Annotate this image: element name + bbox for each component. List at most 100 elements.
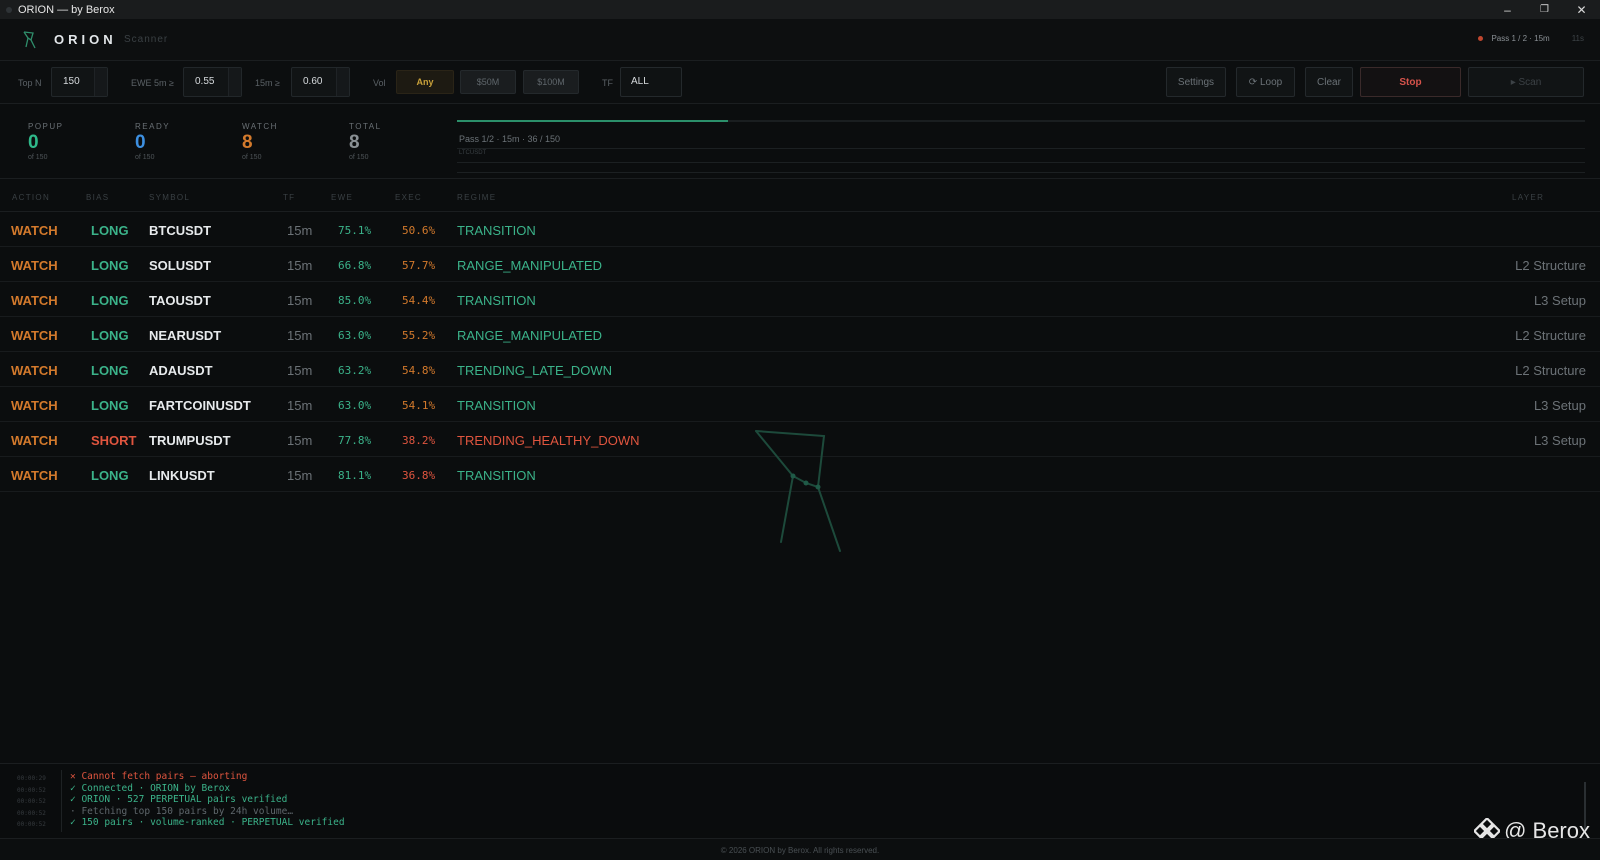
row-tf: 15m xyxy=(287,328,313,343)
orion-watermark-icon xyxy=(755,430,841,552)
progress-text: Pass 1/2 · 15m · 36 / 150 xyxy=(459,134,561,144)
minimize-button[interactable]: – xyxy=(1489,0,1526,19)
row-bias: LONG xyxy=(91,398,129,413)
table-row[interactable]: WATCH LONG TAOUSDT 15m 85.0% 54.4% TRANSITION L… xyxy=(0,282,1600,317)
row-regime: TRANSITION xyxy=(457,293,536,308)
results-table-header: ACTION BIAS SYMBOL TF EWE EXEC REGIME LA… xyxy=(0,187,1600,212)
topn-label: Top N xyxy=(18,78,42,88)
ewe15-label: 15m ≥ xyxy=(255,78,280,88)
ewe15-stepper[interactable] xyxy=(336,68,349,96)
row-ewe: 63.0% xyxy=(338,399,372,412)
vol-label: Vol xyxy=(373,78,386,88)
row-layer: L2 Structure xyxy=(1515,328,1586,343)
table-row[interactable]: WATCH LONG NEARUSDT 15m 63.0% 55.2% RANGE_MANI… xyxy=(0,317,1600,352)
col-action[interactable]: ACTION xyxy=(12,193,50,202)
row-regime: RANGE_MANIPULATED xyxy=(457,328,602,343)
ewe5-input[interactable]: 0.55 xyxy=(183,67,242,97)
stat-ready-value: 0 xyxy=(135,132,146,153)
vol-any-pill[interactable]: Any xyxy=(396,70,454,94)
settings-button[interactable]: Settings xyxy=(1166,67,1226,97)
col-ewe[interactable]: EWE xyxy=(331,193,353,202)
log-line: · Fetching top 150 pairs by 24h volume… xyxy=(70,805,294,817)
ewe15-input[interactable]: 0.60 xyxy=(291,67,350,97)
row-bias: LONG xyxy=(91,258,129,273)
status-time: 11s xyxy=(1571,34,1584,43)
row-regime: RANGE_MANIPULATED xyxy=(457,258,602,273)
progress-divider xyxy=(457,172,1585,173)
row-action: WATCH xyxy=(11,223,58,238)
row-bias: LONG xyxy=(91,328,129,343)
scan-button[interactable]: ▸ Scan xyxy=(1468,67,1584,97)
row-layer: L3 Setup xyxy=(1533,293,1586,308)
col-regime[interactable]: REGIME xyxy=(457,193,496,202)
row-ewe: 63.2% xyxy=(338,364,372,377)
row-symbol: TRUMPUSDT xyxy=(149,433,231,448)
row-action: WATCH xyxy=(11,363,58,378)
col-layer[interactable]: LAYER xyxy=(1512,193,1544,202)
row-exec: 38.2% xyxy=(402,434,436,447)
row-exec: 54.4% xyxy=(402,294,436,307)
stop-button[interactable]: Stop xyxy=(1360,67,1461,97)
row-symbol: BTCUSDT xyxy=(149,223,212,238)
stat-popup: POPUP 0 of 150 xyxy=(28,122,64,161)
row-symbol: SOLUSDT xyxy=(149,258,212,273)
app-header: ORION Scanner Pass 1 / 2 · 15m 11s xyxy=(0,19,1600,61)
col-bias[interactable]: BIAS xyxy=(86,193,109,202)
table-row[interactable]: WATCH LONG SOLUSDT 15m 66.8% 57.7% RANGE_MANIP… xyxy=(0,247,1600,282)
row-ewe: 81.1% xyxy=(338,469,372,482)
tf-select[interactable]: ALL xyxy=(620,67,682,97)
window-titlebar: ORION — by Berox – ❐ ✕ xyxy=(0,0,1600,19)
row-ewe: 75.1% xyxy=(338,224,372,237)
log-divider xyxy=(61,770,62,832)
progress-divider xyxy=(457,148,1585,149)
scan-controls: Top N 150 EWE 5m ≥ 0.55 15m ≥ 0.60 Vol A… xyxy=(0,61,1600,104)
col-symbol[interactable]: SYMBOL xyxy=(149,193,190,202)
stat-watch-label: WATCH xyxy=(242,122,278,131)
row-regime: TRANSITION xyxy=(457,468,536,483)
row-exec: 57.7% xyxy=(402,259,436,272)
row-tf: 15m xyxy=(287,223,313,238)
col-exec[interactable]: EXEC xyxy=(395,193,422,202)
stat-popup-label: POPUP xyxy=(28,122,64,131)
vol-100m-pill[interactable]: $100M xyxy=(523,70,579,94)
loop-button[interactable]: ⟳ Loop xyxy=(1236,67,1295,97)
ewe5-value: 0.55 xyxy=(195,76,215,87)
col-tf[interactable]: TF xyxy=(283,193,295,202)
row-bias: LONG xyxy=(91,468,129,483)
vol-50m-pill[interactable]: $50M xyxy=(460,70,516,94)
ewe5-stepper[interactable] xyxy=(228,68,241,96)
row-regime: TRANSITION xyxy=(457,223,536,238)
log-line: ✓ Connected · ORION by Berox xyxy=(70,782,231,794)
stat-popup-value: 0 xyxy=(28,132,39,153)
row-action: WATCH xyxy=(11,258,58,273)
stat-total-label: TOTAL xyxy=(349,122,382,131)
row-exec: 54.1% xyxy=(402,399,436,412)
log-line: ✓ ORION · 527 PERPETUAL pairs verified xyxy=(70,794,288,805)
row-tf: 15m xyxy=(287,433,313,448)
clear-button[interactable]: Clear xyxy=(1305,67,1353,97)
row-symbol: NEARUSDT xyxy=(149,328,222,343)
topn-input[interactable]: 150 xyxy=(51,67,108,97)
maximize-button[interactable]: ❐ xyxy=(1526,0,1563,19)
stat-ready-label: READY xyxy=(135,122,171,131)
row-action: WATCH xyxy=(11,328,58,343)
table-row[interactable]: WATCH LONG ADAUSDT 15m 63.2% 54.8% TRENDING_LA… xyxy=(0,352,1600,387)
activity-log: 00:00:29 00:00:52 00:00:52 00:00:52 00:00:52… xyxy=(0,763,1600,838)
topn-stepper[interactable] xyxy=(94,68,107,96)
tf-label: TF xyxy=(602,78,613,88)
row-exec: 55.2% xyxy=(402,329,436,342)
close-button[interactable]: ✕ xyxy=(1563,0,1600,19)
row-symbol: ADAUSDT xyxy=(149,363,213,378)
progress-current-symbol: LTCUSDT xyxy=(459,150,487,156)
row-action: WATCH xyxy=(11,468,58,483)
log-time: 00:00:52 xyxy=(17,821,46,828)
row-layer: L2 Structure xyxy=(1515,258,1586,273)
footer: © 2026 ORION by Berox. All rights reserv… xyxy=(0,838,1600,860)
stat-popup-sub: of 150 xyxy=(28,154,48,161)
row-tf: 15m xyxy=(287,398,313,413)
table-row[interactable]: WATCH LONG BTCUSDT 15m 75.1% 50.6% TRANSITION xyxy=(0,212,1600,247)
log-time: 00:00:29 xyxy=(17,775,46,782)
table-row[interactable]: WATCH LONG FARTCOINUSDT 15m 63.0% 54.1% TRANSI… xyxy=(0,387,1600,422)
row-ewe: 77.8% xyxy=(338,434,372,447)
row-symbol: FARTCOINUSDT xyxy=(149,398,251,413)
